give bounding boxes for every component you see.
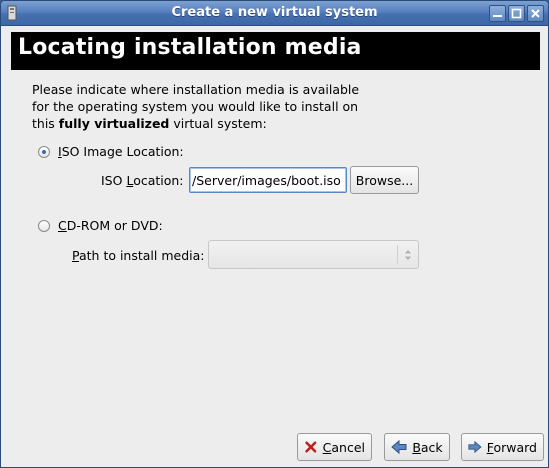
install-media-path-label-mnemonic: P <box>72 248 79 263</box>
cdrom-label-mnemonic: C <box>58 218 67 233</box>
cdrom-label-text: D-ROM or DVD: <box>66 218 163 233</box>
forward-label-text: orward <box>493 439 537 455</box>
combo-arrows-icon <box>405 250 411 260</box>
forward-arrow-icon <box>468 440 482 454</box>
intro-line-3-start: this <box>32 116 59 131</box>
intro-text: Please indicate where installation media… <box>32 81 432 132</box>
back-button[interactable]: Back <box>384 433 450 461</box>
cancel-button[interactable]: Cancel <box>297 433 372 461</box>
cdrom-label[interactable]: CD-ROM or DVD: <box>58 218 163 233</box>
back-mnemonic: B <box>412 439 421 455</box>
browse-button[interactable]: Browse... <box>350 166 419 194</box>
install-media-path-label-text: ath to install media: <box>78 248 205 263</box>
page-heading: Locating installation media <box>11 32 540 70</box>
back-button-label: Back <box>412 440 442 455</box>
title-bar[interactable]: Create a new virtual system <box>1 1 548 26</box>
cancel-button-label: Cancel <box>323 440 365 455</box>
iso-image-radio[interactable] <box>38 146 50 158</box>
window-title: Create a new virtual system <box>171 5 378 20</box>
iso-location-label-end: ocation: <box>133 173 184 188</box>
cancel-label-text: ancel <box>331 439 365 455</box>
iso-image-label[interactable]: ISO Image Location: <box>58 144 184 159</box>
intro-line-3: this fully virtualized virtual system: <box>32 115 432 132</box>
iso-location-input[interactable]: /Server/images/boot.iso <box>189 167 347 193</box>
intro-bold-text: fully virtualized <box>58 116 170 131</box>
forward-button[interactable]: Forward <box>461 433 544 461</box>
back-label-text: ack <box>420 439 443 455</box>
minimize-button[interactable] <box>489 5 506 22</box>
close-icon <box>531 9 540 18</box>
maximize-button[interactable] <box>508 5 525 22</box>
intro-line-1: Please indicate where installation media… <box>32 82 360 97</box>
intro-line-3-end: virtual system: <box>169 116 267 131</box>
iso-location-label: ISO Location: <box>101 173 184 188</box>
forward-button-label: Forward <box>487 440 537 455</box>
install-media-combo[interactable] <box>208 240 419 269</box>
back-arrow-icon <box>391 439 407 455</box>
install-media-path-label: Path to install media: <box>72 248 205 263</box>
combo-separator <box>397 245 398 264</box>
iso-image-label-text: SO Image Location: <box>61 144 184 159</box>
iso-location-value: /Server/images/boot.iso <box>192 173 341 188</box>
browse-button-label: Browse... <box>355 172 414 188</box>
cdrom-radio[interactable] <box>38 220 50 232</box>
minimize-icon <box>493 15 502 17</box>
intro-line-2: for the operating system you would like … <box>32 99 359 114</box>
cancel-icon <box>305 441 317 453</box>
iso-location-label-start: ISO <box>101 173 127 188</box>
close-window-button[interactable] <box>527 5 544 22</box>
dialog-window: Create a new virtual system Locating ins… <box>0 0 549 468</box>
maximize-icon <box>511 8 522 19</box>
